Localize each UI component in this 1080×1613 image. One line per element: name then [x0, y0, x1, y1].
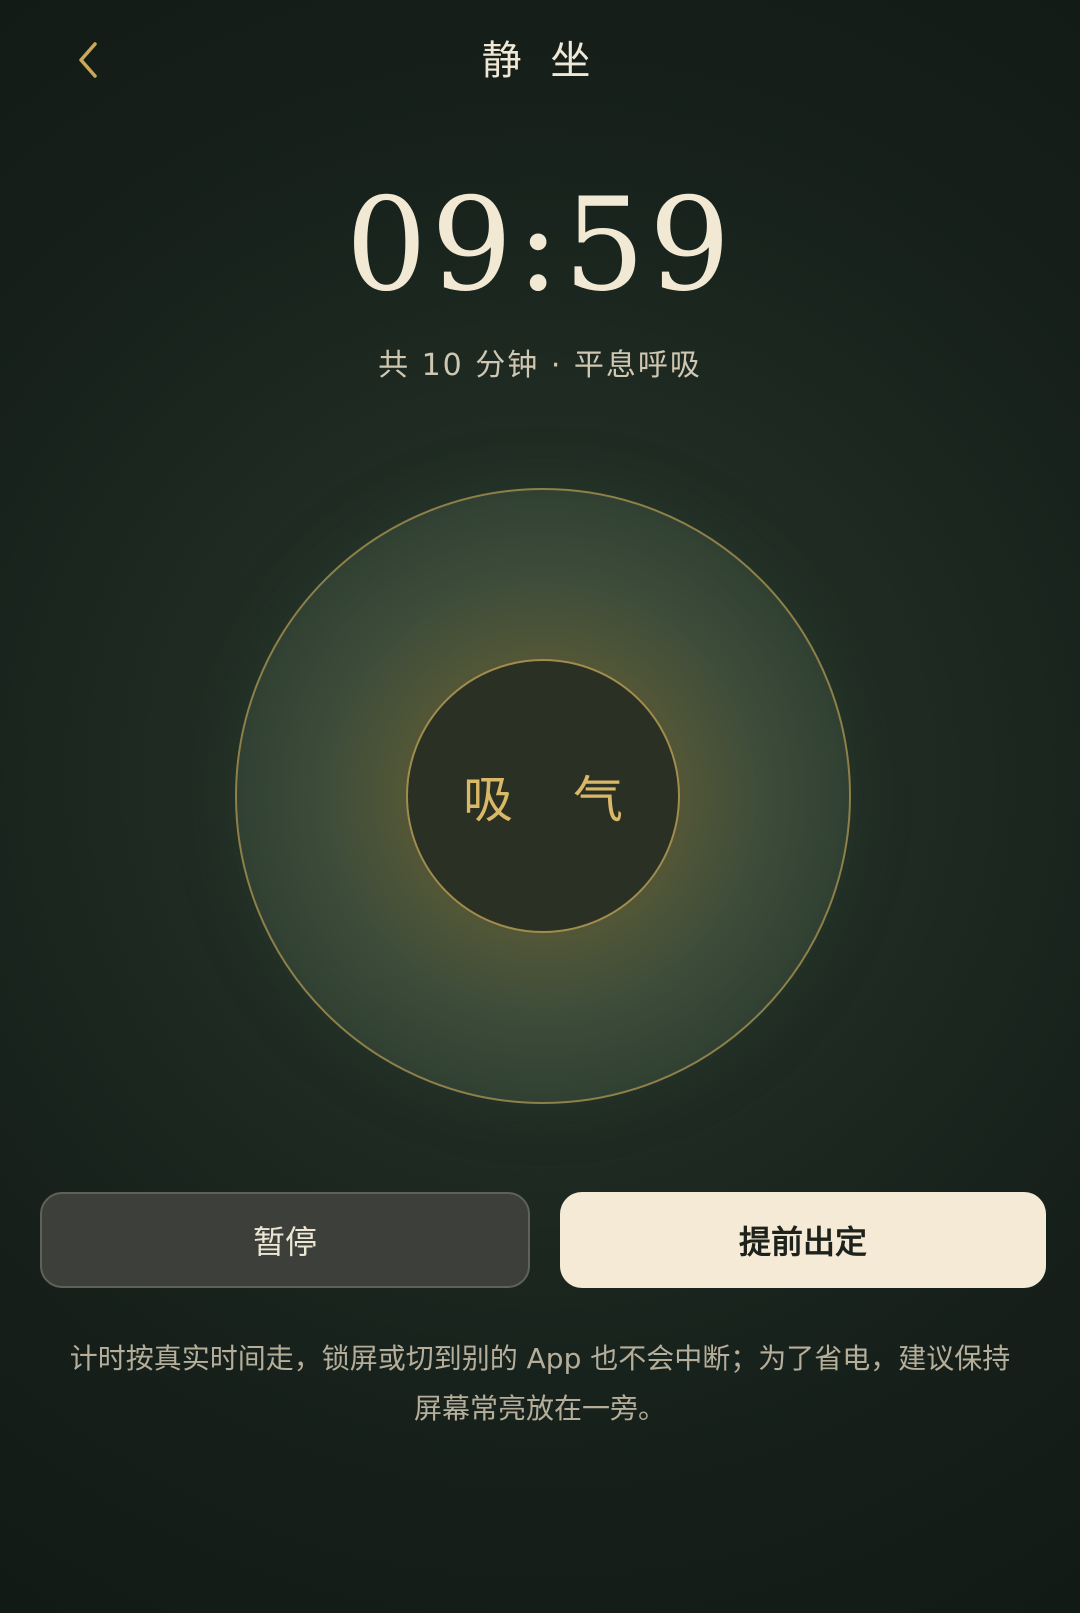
- breath-inner-circle: 吸 气: [406, 659, 680, 933]
- breath-phase-label: 吸 气: [463, 771, 645, 829]
- info-note: 计时按真实时间走，锁屏或切到别的 App 也不会中断；为了省电，建议保持屏幕常亮…: [69, 1342, 1011, 1425]
- countdown-timer: 09:59: [345, 171, 735, 320]
- session-info: 共 10 分钟 · 平息呼吸: [378, 348, 702, 383]
- page-title: 静 坐: [481, 38, 599, 84]
- breathing-indicator: 吸 气: [235, 488, 851, 1104]
- header: 静 坐: [0, 0, 1080, 120]
- pause-button[interactable]: 暂停: [40, 1192, 530, 1288]
- finish-early-button[interactable]: 提前出定: [560, 1192, 1046, 1288]
